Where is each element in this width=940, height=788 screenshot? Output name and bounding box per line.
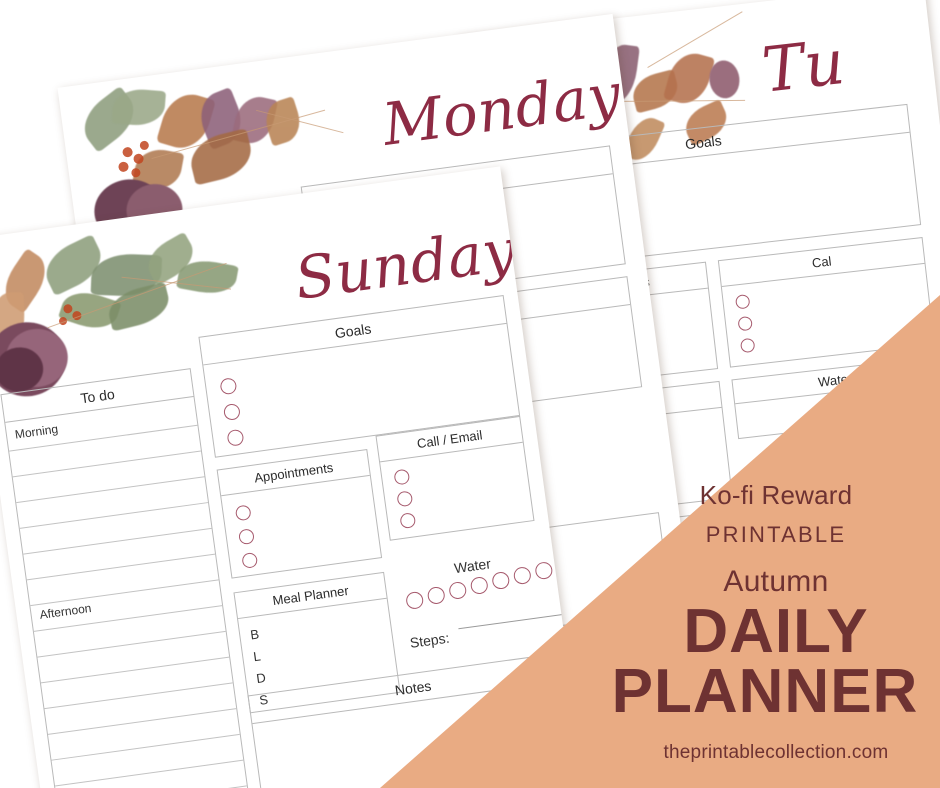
meal-row-d: D — [255, 669, 267, 687]
flower-petal — [2, 325, 72, 391]
berry-cluster — [121, 146, 134, 158]
time-label-morning: Morning — [14, 421, 59, 442]
meal-planner-header: Meal Planner — [234, 572, 387, 620]
stem-line — [47, 262, 227, 329]
to-do-line — [54, 759, 244, 787]
leaf-shape — [37, 234, 110, 297]
stem-line — [256, 109, 344, 134]
call-email-checkbox[interactable] — [739, 337, 756, 354]
dried-flower — [707, 58, 742, 100]
printable-label: PRINTABLE — [705, 522, 847, 547]
leaf-shape — [111, 87, 167, 128]
to-do-line — [23, 527, 212, 555]
leaf-shape — [73, 85, 145, 153]
appointment-checkbox[interactable] — [234, 504, 252, 522]
leaf-shape — [260, 96, 306, 147]
time-label-afternoon: Afternoon — [38, 600, 93, 622]
to-do-line — [37, 630, 226, 658]
water-circle[interactable] — [448, 580, 468, 601]
appointments-header: Appointments — [217, 450, 370, 497]
to-do-line — [19, 502, 209, 529]
berry-cluster — [62, 303, 73, 314]
to-do-line — [40, 656, 230, 684]
leaf-shape — [90, 252, 163, 298]
to-do-line — [26, 553, 216, 581]
berry-cluster — [71, 310, 82, 321]
meal-row-b: B — [249, 626, 260, 643]
to-do-line — [47, 708, 237, 735]
planner-heading: PLANNER — [611, 657, 919, 726]
stem-line — [151, 109, 326, 160]
leaf-shape — [131, 145, 185, 194]
leaf-shape — [176, 256, 239, 298]
water-circle[interactable] — [534, 561, 554, 581]
goal-checkbox[interactable] — [219, 377, 238, 396]
water-circle[interactable] — [426, 585, 446, 606]
call-email-checkbox[interactable] — [737, 315, 753, 332]
appointment-checkbox[interactable] — [238, 528, 255, 546]
berry-cluster — [139, 140, 150, 151]
to-do-header: To do — [1, 369, 194, 423]
to-do-line — [12, 450, 202, 478]
leaf-shape — [0, 248, 56, 314]
goal-checkbox[interactable] — [226, 428, 245, 447]
planner-mockup-canvas: Tu Goals Appointments Cal — [0, 0, 940, 788]
leaf-shape — [156, 87, 216, 155]
water-label: Water — [453, 555, 492, 577]
daily-heading: DAILY — [683, 597, 869, 666]
leaf-shape — [628, 69, 682, 114]
berry-cluster — [58, 316, 68, 326]
kofi-reward-label: Ko-fi Reward — [699, 480, 853, 510]
stem-line — [647, 11, 743, 68]
to-do-line — [30, 579, 219, 607]
stem-line — [121, 276, 232, 290]
website-url-label: theprintablecollection.com — [663, 742, 889, 763]
water-circle[interactable] — [512, 566, 532, 586]
call-email-header: Cal — [718, 238, 925, 288]
call-email-checkbox[interactable] — [734, 293, 751, 310]
leaf-shape — [185, 128, 257, 186]
autumn-label: Autumn — [723, 565, 829, 598]
to-do-line — [44, 682, 233, 710]
leaf-shape — [0, 292, 26, 350]
leaf-shape — [104, 281, 174, 332]
water-circle[interactable] — [405, 590, 425, 610]
goal-checkbox[interactable] — [222, 402, 241, 421]
call-email-checkbox[interactable] — [399, 512, 417, 530]
steps-label: Steps: — [408, 629, 451, 651]
leaf-shape — [662, 47, 716, 109]
leaf-shape — [230, 92, 279, 148]
berry-cluster — [130, 167, 141, 178]
water-circle[interactable] — [469, 575, 489, 596]
berry-cluster — [132, 153, 145, 165]
to-do-line — [51, 733, 240, 761]
berry-cluster — [117, 161, 130, 173]
page-title-tuesday: Tu — [758, 24, 849, 107]
to-do-line — [16, 476, 205, 504]
leaf-shape — [192, 86, 250, 151]
call-email-box[interactable]: Call / Email — [375, 415, 535, 541]
water-circle[interactable] — [491, 570, 511, 591]
call-email-checkbox[interactable] — [396, 490, 414, 508]
call-email-checkbox[interactable] — [393, 468, 411, 486]
leaf-shape — [140, 231, 201, 287]
meal-row-l: L — [252, 648, 262, 665]
flower-petal — [0, 344, 46, 395]
goals-header: Goals — [199, 296, 507, 366]
appointment-checkbox[interactable] — [241, 551, 259, 569]
leaf-shape — [57, 285, 122, 336]
page-title-monday: Monday — [378, 59, 625, 159]
appointments-box[interactable]: Appointments — [216, 448, 383, 579]
